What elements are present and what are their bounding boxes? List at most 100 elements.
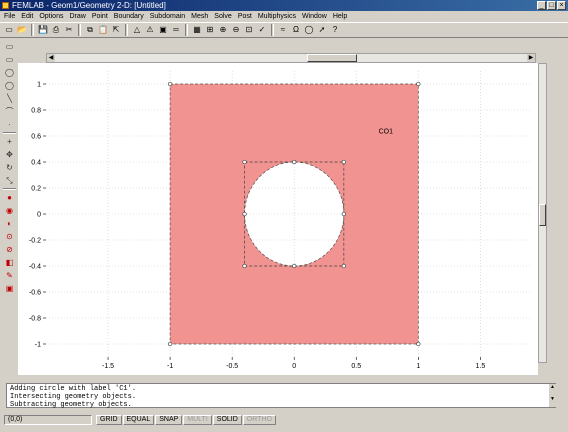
menu-file[interactable]: File [2, 11, 19, 22]
scroll-right-icon[interactable]: ▶ [527, 54, 535, 62]
toolbar-separator [31, 24, 34, 36]
intersect-icon[interactable]: ◉ [3, 205, 16, 216]
maximize-button[interactable]: □ [547, 1, 556, 10]
y-tick-label: -0.2 [29, 238, 41, 245]
triangle-icon[interactable]: △ [131, 24, 143, 36]
status-toggle-solid[interactable]: SOLID [212, 415, 242, 425]
rotate-icon[interactable]: ↻ [3, 162, 16, 173]
arrow-icon[interactable]: ➚ [316, 24, 328, 36]
coerce-icon[interactable]: ◧ [3, 257, 16, 268]
horizontal-scroll-thumb[interactable] [307, 54, 357, 62]
menu-window[interactable]: Window [300, 11, 331, 22]
status-toggle-grid[interactable]: GRID [96, 415, 122, 425]
vertex-marker [242, 263, 247, 269]
menu-multiphysics[interactable]: Multiphysics [256, 11, 300, 22]
vertex-marker [167, 341, 173, 347]
paste-icon[interactable]: 📋 [97, 24, 109, 36]
vertical-scroll-thumb[interactable] [539, 204, 546, 226]
zoom-window-icon[interactable]: ⊡ [243, 24, 255, 36]
curve-icon[interactable]: ⌒ [3, 106, 16, 117]
solve-icon[interactable]: ≈ [277, 24, 289, 36]
ellipse-icon[interactable]: ◯ [3, 67, 16, 78]
x-tick-label: -1.5 [102, 363, 114, 370]
scroll-left-icon[interactable]: ◀ [47, 54, 55, 62]
y-tick-label: 1 [37, 82, 41, 89]
vertex-marker [242, 159, 247, 165]
scale-icon[interactable]: ⤡ [3, 175, 16, 186]
menu-subdomain[interactable]: Subdomain [148, 11, 189, 22]
y-tick-label: -0.8 [29, 316, 41, 323]
vertex-marker [292, 159, 297, 165]
status-toggle-equal[interactable]: EQUAL [122, 415, 155, 425]
geometry-canvas[interactable]: CO1 -1.5 -1 -0.5 0 0.5 1 1.5 -1 -0.8 -0.6 -0.4 -0.2… [18, 63, 538, 375]
rectangle-icon[interactable]: ▭ [3, 41, 16, 52]
menu-mesh[interactable]: Mesh [189, 11, 212, 22]
pointer-icon[interactable]: ⇱ [110, 24, 122, 36]
status-toggle-snap[interactable]: SNAP [155, 415, 183, 425]
close-button[interactable]: × [557, 1, 566, 10]
compose-icon[interactable]: ⊙ [3, 231, 16, 242]
menu-help[interactable]: Help [331, 11, 351, 22]
menu-solve[interactable]: Solve [212, 11, 236, 22]
vertex-marker [292, 263, 297, 269]
message-line: Subtracting geometry objects. [10, 401, 132, 409]
new-icon[interactable]: ▭ [3, 24, 15, 36]
cut-icon[interactable]: ✂ [63, 24, 75, 36]
move-icon[interactable]: ✥ [3, 149, 16, 160]
menu-point[interactable]: Point [90, 11, 112, 22]
vertical-scrollbar[interactable] [538, 63, 547, 363]
delete-icon[interactable]: ▣ [3, 283, 16, 294]
pencil-icon[interactable]: ✎ [3, 270, 16, 281]
line-icon[interactable]: ╲ [3, 93, 16, 104]
split-icon[interactable]: ⊘ [3, 244, 16, 255]
toolbar-separator [3, 188, 16, 190]
menu-draw[interactable]: Draw [67, 11, 89, 22]
message-scrollbar[interactable]: ▲ ▼ [549, 384, 556, 407]
equals-icon[interactable]: ═ [170, 24, 182, 36]
draw-toolbar: ▭ ▭ ◯ ◯ ╲ ⌒ · + ✥ ↻ ⤡ ● ◉ ◐ ⊙ ⊘ ◧ ✎ ▣ [1, 40, 18, 293]
zoom-out-icon[interactable]: ⊖ [230, 24, 242, 36]
ellipse-centered-icon[interactable]: ◯ [3, 80, 16, 91]
warning-icon[interactable]: ⚠ [144, 24, 156, 36]
zoom-in-icon[interactable]: ⊕ [217, 24, 229, 36]
refine-icon[interactable]: ⊞ [204, 24, 216, 36]
y-tick-label: 0 [37, 212, 41, 219]
menu-edit[interactable]: Edit [19, 11, 37, 22]
toolbar-separator [3, 132, 16, 134]
message-line: Adding circle with label 'C1'. [10, 385, 137, 393]
omega-icon[interactable]: Ω [290, 24, 302, 36]
print-icon[interactable]: ⎙ [50, 24, 62, 36]
plot-icon[interactable]: ✓ [256, 24, 268, 36]
mesh-icon[interactable]: ▦ [191, 24, 203, 36]
solid-icon[interactable]: ● [3, 192, 16, 203]
toolbar-separator [271, 24, 274, 36]
subdomain-icon[interactable]: ▣ [157, 24, 169, 36]
app-icon [2, 2, 9, 9]
y-tick-label: 0.8 [31, 108, 41, 115]
menu-post[interactable]: Post [236, 11, 256, 22]
toolbar-separator [125, 24, 128, 36]
x-tick-label: -1 [167, 363, 173, 370]
y-tick-label: -0.4 [29, 264, 41, 271]
menu-boundary[interactable]: Boundary [112, 11, 148, 22]
title-bar: FEMLAB - Geom1/Geometry 2-D: [Untitled] … [0, 0, 568, 11]
rectangle-centered-icon[interactable]: ▭ [3, 54, 16, 65]
save-icon[interactable]: 💾 [37, 24, 49, 36]
object-label-co1: CO1 [379, 128, 394, 135]
vertex-marker [416, 81, 421, 87]
copy-icon[interactable]: ⧉ [84, 24, 96, 36]
status-toggle-ortho[interactable]: ORTHO [242, 415, 276, 425]
horizontal-scrollbar[interactable]: ◀ ▶ [46, 53, 536, 63]
open-icon[interactable]: 📂 [16, 24, 28, 36]
circle-icon[interactable]: ◯ [303, 24, 315, 36]
status-toggle-multi[interactable]: MULTI [183, 415, 212, 425]
menu-options[interactable]: Options [37, 11, 67, 22]
point-icon[interactable]: · [3, 119, 16, 130]
help-icon[interactable]: ? [329, 24, 341, 36]
status-bar: (0,0) GRID EQUAL SNAP MULTI SOLID ORTHO [0, 414, 568, 426]
union-icon[interactable]: + [3, 136, 16, 147]
main-toolbar: ▭ 📂 💾 ⎙ ✂ ⧉ 📋 ⇱ △ ⚠ ▣ ═ ▦ ⊞ ⊕ ⊖ ⊡ ✓ ≈ Ω ◯ ➚? [0, 22, 568, 38]
minimize-button[interactable]: _ [537, 1, 546, 10]
window-title: FEMLAB - Geom1/Geometry 2-D: [Untitled] [12, 1, 166, 10]
difference-icon[interactable]: ◐ [3, 218, 16, 229]
